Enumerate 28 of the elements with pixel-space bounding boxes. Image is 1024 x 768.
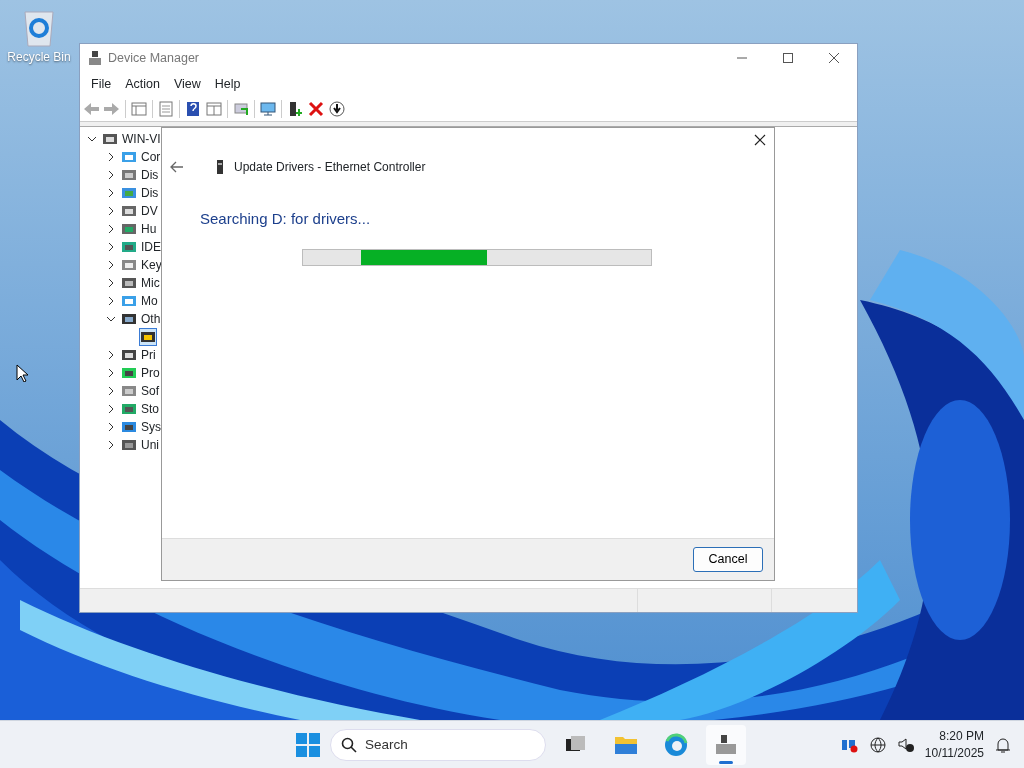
clock-date[interactable]: 10/11/2025 bbox=[924, 744, 984, 762]
tree-item[interactable]: Hu bbox=[141, 220, 157, 238]
tree-item[interactable]: Mo bbox=[141, 292, 158, 310]
window-title: Device Manager bbox=[108, 49, 199, 67]
search-field[interactable]: Search bbox=[330, 728, 546, 761]
tree-item[interactable]: Pro bbox=[141, 364, 160, 382]
tree-item[interactable]: Dis bbox=[141, 166, 159, 184]
tree-item[interactable]: Key bbox=[141, 256, 162, 274]
tree-item[interactable]: Mic bbox=[141, 274, 160, 292]
tree-item[interactable]: Sof bbox=[141, 382, 159, 400]
tree-item[interactable]: Sys bbox=[141, 418, 161, 436]
tree-item[interactable]: Uni bbox=[141, 436, 159, 454]
tree-item[interactable]: Cor bbox=[141, 148, 161, 166]
clock-time[interactable]: 8:20 PM bbox=[924, 727, 984, 745]
tree-item[interactable]: WIN-VI bbox=[122, 130, 161, 148]
cancel-button[interactable]: Cancel bbox=[693, 547, 763, 572]
tree-item[interactable]: IDE bbox=[141, 238, 161, 256]
menu-item[interactable]: Action bbox=[118, 74, 167, 94]
tree-item[interactable]: Dis bbox=[141, 184, 159, 202]
tree-item[interactable]: DV bbox=[141, 202, 158, 220]
menu-item[interactable]: File bbox=[84, 74, 119, 94]
menu-item[interactable]: View bbox=[166, 74, 208, 94]
tree-item[interactable]: Sto bbox=[141, 400, 159, 418]
status-text: Searching D: for drivers... bbox=[200, 209, 372, 229]
tree-item[interactable]: Pri bbox=[141, 346, 156, 364]
tree-item[interactable]: Oth bbox=[141, 310, 161, 328]
dialog-title: Update Drivers - Ethernet Controller bbox=[234, 159, 426, 176]
menu-item[interactable]: Help bbox=[207, 74, 248, 94]
